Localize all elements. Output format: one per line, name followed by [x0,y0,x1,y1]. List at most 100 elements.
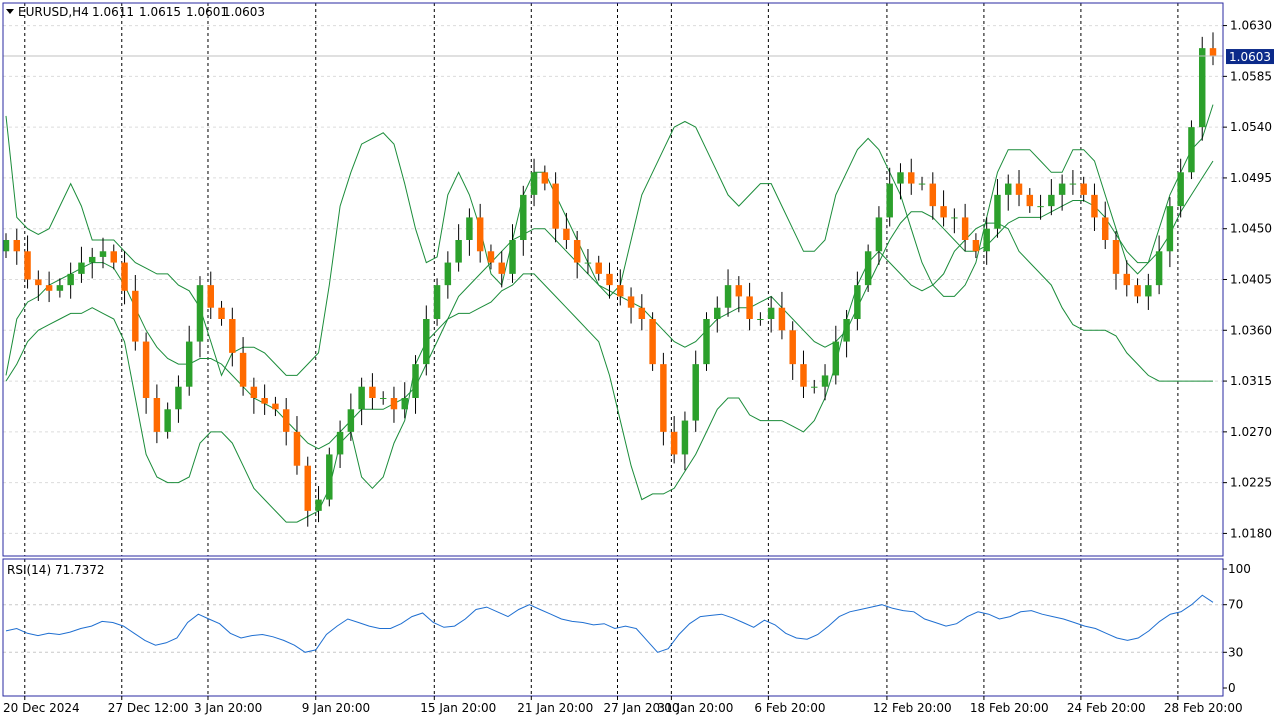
bull-candle [767,307,775,319]
bull-candle [88,256,96,263]
bull-candle [681,420,689,455]
bear-candle [476,217,484,252]
bear-candle [1123,273,1131,286]
bear-candle [617,285,624,297]
bull-candle [1069,183,1077,185]
bear-candle [390,398,398,410]
time-tick-label: 6 Feb 20:00 [754,701,825,715]
symbol-label: EURUSD,H4 [18,5,89,19]
bear-candle [908,172,915,184]
bull-candle [56,285,64,291]
bear-candle [627,296,635,308]
bull-candle [1048,194,1055,207]
bull-candle [530,172,538,195]
rsi-tick-label: 100 [1228,562,1251,576]
bear-candle [207,285,214,308]
bear-candle [563,228,570,240]
bull-candle [1155,251,1163,286]
bull-candle [347,409,355,432]
bull-candle [918,183,926,185]
bear-candle [735,285,743,297]
bear-candle [250,386,258,398]
bear-candle [282,409,290,432]
current-price-label: 1.0603 [1229,50,1271,64]
bear-candle [929,183,937,207]
bull-candle [358,386,365,410]
bull-candle [78,262,85,274]
time-tick-label: 12 Feb 20:00 [873,701,952,715]
bull-candle [692,364,699,421]
time-tick-label: 18 Feb 20:00 [970,701,1049,715]
bear-candle [13,240,21,252]
bull-candle [164,409,171,432]
bull-candle [185,341,193,387]
bull-candle [2,240,10,252]
bear-candle [229,319,236,353]
collapse-triangle-icon[interactable] [6,9,14,14]
low-value: 1.0601 [186,5,228,19]
bear-candle [24,251,31,280]
bear-candle [552,183,559,229]
bull-candle [875,217,883,252]
time-tick-label: 3 Jan 20:00 [194,701,262,715]
price-tick-label: 1.0630 [1230,19,1272,33]
bear-candle [487,251,495,263]
rsi-indicator [5,594,1214,653]
chart-area: 1.0630 1.0585 1.0540 1.0495 1.0450 1.0405 1.03… [2,2,1274,715]
rsi-tick-label: 0 [1228,681,1236,695]
time-tick-label: 9 Jan 20:00 [302,701,370,715]
bear-candle [121,262,128,291]
bear-candle [110,251,118,263]
bear-candle [1134,285,1141,297]
bollinger-bands [5,104,1214,523]
bear-candle [1080,183,1087,195]
bear-candle [961,217,969,240]
price-tick-label: 1.0315 [1230,374,1272,388]
rsi-title: RSI(14) 71.7372 [7,563,105,577]
price-tick-label: 1.0405 [1230,273,1272,287]
close-value: 1.0603 [223,5,265,19]
bear-candle [660,364,667,432]
bear-candle [940,206,947,218]
bull-candle [1198,48,1206,128]
bear-candle [272,403,279,410]
bull-candle [843,319,850,342]
bull-candle [455,240,462,263]
bull-candle [520,194,527,240]
high-value: 1.0615 [139,5,181,19]
time-tick-label: 15 Jan 20:00 [420,701,496,715]
bull-candle [379,398,387,399]
bear-candle [972,240,980,252]
bull-candle [951,217,958,219]
price-tick-label: 1.0585 [1230,69,1272,83]
bull-candle [175,386,182,410]
bear-candle [45,285,53,291]
bear-candle [670,431,678,455]
bull-candle [1188,127,1195,173]
price-tick-label: 1.0225 [1230,476,1272,490]
time-tick-label: 31 Jan 20:00 [657,701,733,715]
bull-candle [99,251,107,257]
upper-band-line [5,104,1214,377]
bear-candle [304,465,311,511]
bull-candle [854,285,861,319]
bear-candle [1015,183,1023,195]
bear-candle [239,352,247,387]
bull-candle [67,273,74,286]
bear-candle [778,307,786,331]
bear-candle [800,364,807,387]
bear-candle [293,431,301,466]
price-tick-label: 1.0270 [1230,425,1272,439]
bear-candle [541,172,549,184]
bear-candle [498,262,505,274]
open-value: 1.0611 [92,5,134,19]
price-tick-label: 1.0180 [1230,526,1272,540]
price-tick-label: 1.0495 [1230,171,1272,185]
bull-candle [336,431,344,455]
bull-candle [714,307,721,319]
bear-candle [649,319,656,365]
time-tick-label: 21 Jan 20:00 [517,701,593,715]
bear-candle [573,240,581,263]
bear-candle [606,273,613,286]
bull-candle [821,375,829,387]
